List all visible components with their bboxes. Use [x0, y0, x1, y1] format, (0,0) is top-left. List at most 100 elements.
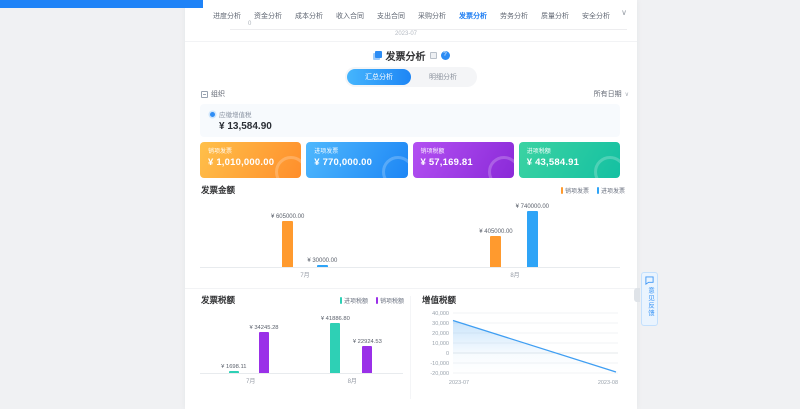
top-left-accent-bar	[0, 0, 203, 8]
feedback-widget-handle[interactable]	[634, 288, 640, 302]
nav-tab-资金分析[interactable]: 资金分析	[254, 11, 282, 21]
remnant-axis-line	[230, 29, 627, 30]
vat-chart-header: 增值税额	[422, 294, 620, 306]
bar-value-label: ¥ 34245.28	[250, 325, 279, 331]
svg-text:2023-07: 2023-07	[449, 380, 469, 386]
remnant-y-zero-label: 0	[248, 21, 251, 27]
invoice-tax-legend: 进项税额销项税额	[340, 296, 404, 305]
svg-text:-10,000: -10,000	[430, 361, 449, 367]
dashboard-page: 进度分析资金分析成本分析收入合同支出合同采购分析发票分析劳务分析质量分析安全分析…	[0, 0, 800, 409]
vat-line-chart[interactable]: 40,00030,00020,00010,0000-10,000-20,0002…	[420, 306, 620, 390]
bar-value-label: ¥ 30000.00	[307, 258, 337, 264]
legend-chip-icon	[561, 187, 563, 194]
svg-text:30,000: 30,000	[432, 321, 449, 327]
category-label: 8月	[348, 376, 357, 385]
legend-进项税额[interactable]: 进项税额	[340, 296, 368, 305]
card-output-tax[interactable]: 销项税额 ¥ 57,169.81	[413, 142, 514, 178]
nav-tab-收入合同[interactable]: 收入合同	[336, 11, 364, 21]
category-label: 7月	[246, 376, 255, 385]
invoice-amount-legend: 销项发票进项发票	[561, 186, 625, 195]
card-label: 销项税额	[421, 146, 506, 155]
main-content-panel: 进度分析资金分析成本分析收入合同支出合同采购分析发票分析劳务分析质量分析安全分析…	[185, 0, 637, 409]
feedback-label: 意见反馈	[645, 287, 655, 317]
bar-销项税额-7月[interactable]	[259, 332, 269, 373]
nav-collapse-icon[interactable]: ∨	[621, 8, 627, 17]
bar-进项税额-8月[interactable]	[330, 323, 340, 373]
date-filter-label: 所有日期	[594, 89, 622, 99]
tab-detail-analysis[interactable]: 明细分析	[411, 69, 475, 85]
tab-summary-analysis[interactable]: 汇总分析	[347, 69, 411, 85]
bar-group-7月: ¥ 605000.00¥ 30000.00	[271, 214, 337, 267]
bottom-section-divider	[185, 288, 637, 289]
chevron-down-icon: ∨	[625, 91, 629, 98]
page-title: 发票分析	[386, 48, 426, 63]
svg-text:-20,000: -20,000	[430, 371, 449, 377]
nav-tab-采购分析[interactable]: 采购分析	[418, 11, 446, 21]
nav-tab-质量分析[interactable]: 质量分析	[541, 11, 569, 21]
card-value: ¥ 1,010,000.00	[208, 157, 293, 168]
chat-bubble-icon	[645, 276, 654, 285]
bar-value-label: ¥ 22924.53	[353, 339, 382, 345]
invoice-tax-chart[interactable]: ¥ 1698.11¥ 34245.28¥ 41886.80¥ 22924.53 …	[200, 314, 403, 385]
nav-tab-劳务分析[interactable]: 劳务分析	[500, 11, 528, 21]
date-filter[interactable]: 所有日期 ∨	[594, 89, 629, 99]
svg-text:2023-08: 2023-08	[598, 380, 618, 386]
org-filter-label: 组织	[211, 89, 225, 99]
legend-chip-icon	[376, 297, 378, 304]
page-title-row: 发票分析 ?	[185, 47, 637, 63]
bar-进项发票-7月[interactable]	[317, 265, 328, 267]
feedback-widget[interactable]: 意见反馈	[641, 272, 658, 326]
invoice-amount-chart[interactable]: ¥ 605000.00¥ 30000.00 ¥ 405000.00 ¥ 740000…	[200, 202, 620, 279]
bar-group-8月: ¥ 405000.00 ¥ 740000.00	[479, 204, 549, 267]
vat-kpi-card: 应缴增值税 ¥ 13,584.90	[200, 104, 620, 137]
previous-chart-remnant: 0 2023-07	[185, 24, 637, 40]
card-label: 销项发票	[208, 146, 293, 155]
section-divider	[185, 41, 637, 42]
legend-销项税额[interactable]: 销项税额	[376, 296, 404, 305]
legend-chip-icon	[340, 297, 342, 304]
bar-销项发票-7月[interactable]	[282, 221, 293, 267]
bar-销项税额-8月[interactable]	[362, 346, 372, 373]
invoice-amount-header: 发票金额 销项发票进项发票	[201, 184, 625, 196]
category-label: 8月	[510, 270, 519, 279]
bar-value-label: ¥ 405000.00	[479, 229, 512, 235]
invoice-tax-title: 发票税额	[201, 294, 235, 306]
bar-value-label: ¥ 41886.80	[321, 316, 350, 322]
bar-进项税额-7月[interactable]	[229, 371, 239, 373]
help-icon[interactable]: ?	[441, 51, 450, 60]
legend-销项发票[interactable]: 销项发票	[561, 186, 589, 195]
svg-text:20,000: 20,000	[432, 331, 449, 337]
legend-chip-icon	[597, 187, 599, 194]
card-input-tax[interactable]: 进项税额 ¥ 43,584.91	[519, 142, 620, 178]
nav-tab-安全分析[interactable]: 安全分析	[582, 11, 610, 21]
org-icon	[201, 91, 208, 98]
nav-tab-成本分析[interactable]: 成本分析	[295, 11, 323, 21]
card-output-invoice[interactable]: 销项发票 ¥ 1,010,000.00	[200, 142, 301, 178]
legend-进项发票[interactable]: 进项发票	[597, 186, 625, 195]
invoice-tax-header: 发票税额 进项税额销项税额	[201, 294, 404, 306]
filter-row: 组织 所有日期 ∨	[201, 89, 629, 99]
remnant-x-label: 2023-07	[395, 31, 417, 37]
summary-cards-row: 销项发票 ¥ 1,010,000.00 进项发票 ¥ 770,000.00 销项…	[200, 142, 620, 178]
card-label: 进项税额	[527, 146, 612, 155]
svg-text:0: 0	[446, 351, 449, 357]
kpi-dot-icon	[210, 112, 215, 117]
card-input-invoice[interactable]: 进项发票 ¥ 770,000.00	[306, 142, 407, 178]
org-filter[interactable]: 组织	[201, 89, 225, 99]
bar-group-7月: ¥ 1698.11¥ 34245.28	[221, 325, 278, 373]
nav-tab-进度分析[interactable]: 进度分析	[213, 11, 241, 21]
view-switcher: 汇总分析 明细分析	[345, 67, 477, 87]
nav-tab-支出合同[interactable]: 支出合同	[377, 11, 405, 21]
title-badge-icon	[430, 52, 437, 59]
card-value: ¥ 770,000.00	[314, 157, 399, 168]
invoice-analysis-icon	[373, 51, 382, 60]
vat-chart-title: 增值税额	[422, 294, 456, 306]
bar-销项发票-8月[interactable]	[490, 236, 501, 267]
nav-tab-发票分析[interactable]: 发票分析	[459, 11, 487, 21]
category-label: 7月	[300, 270, 309, 279]
bar-value-label: ¥ 740000.00	[516, 204, 549, 210]
view-switcher-row: 汇总分析 明细分析	[185, 67, 637, 87]
bar-进项发票-8月[interactable]	[527, 211, 538, 267]
nav-tabs: 进度分析 资金分析 成本分析 收入合同 支出合同 采购分析 发票分析 劳务分析 质量分析 安全分析	[185, 8, 637, 24]
kpi-value: ¥ 13,584.90	[219, 121, 610, 132]
